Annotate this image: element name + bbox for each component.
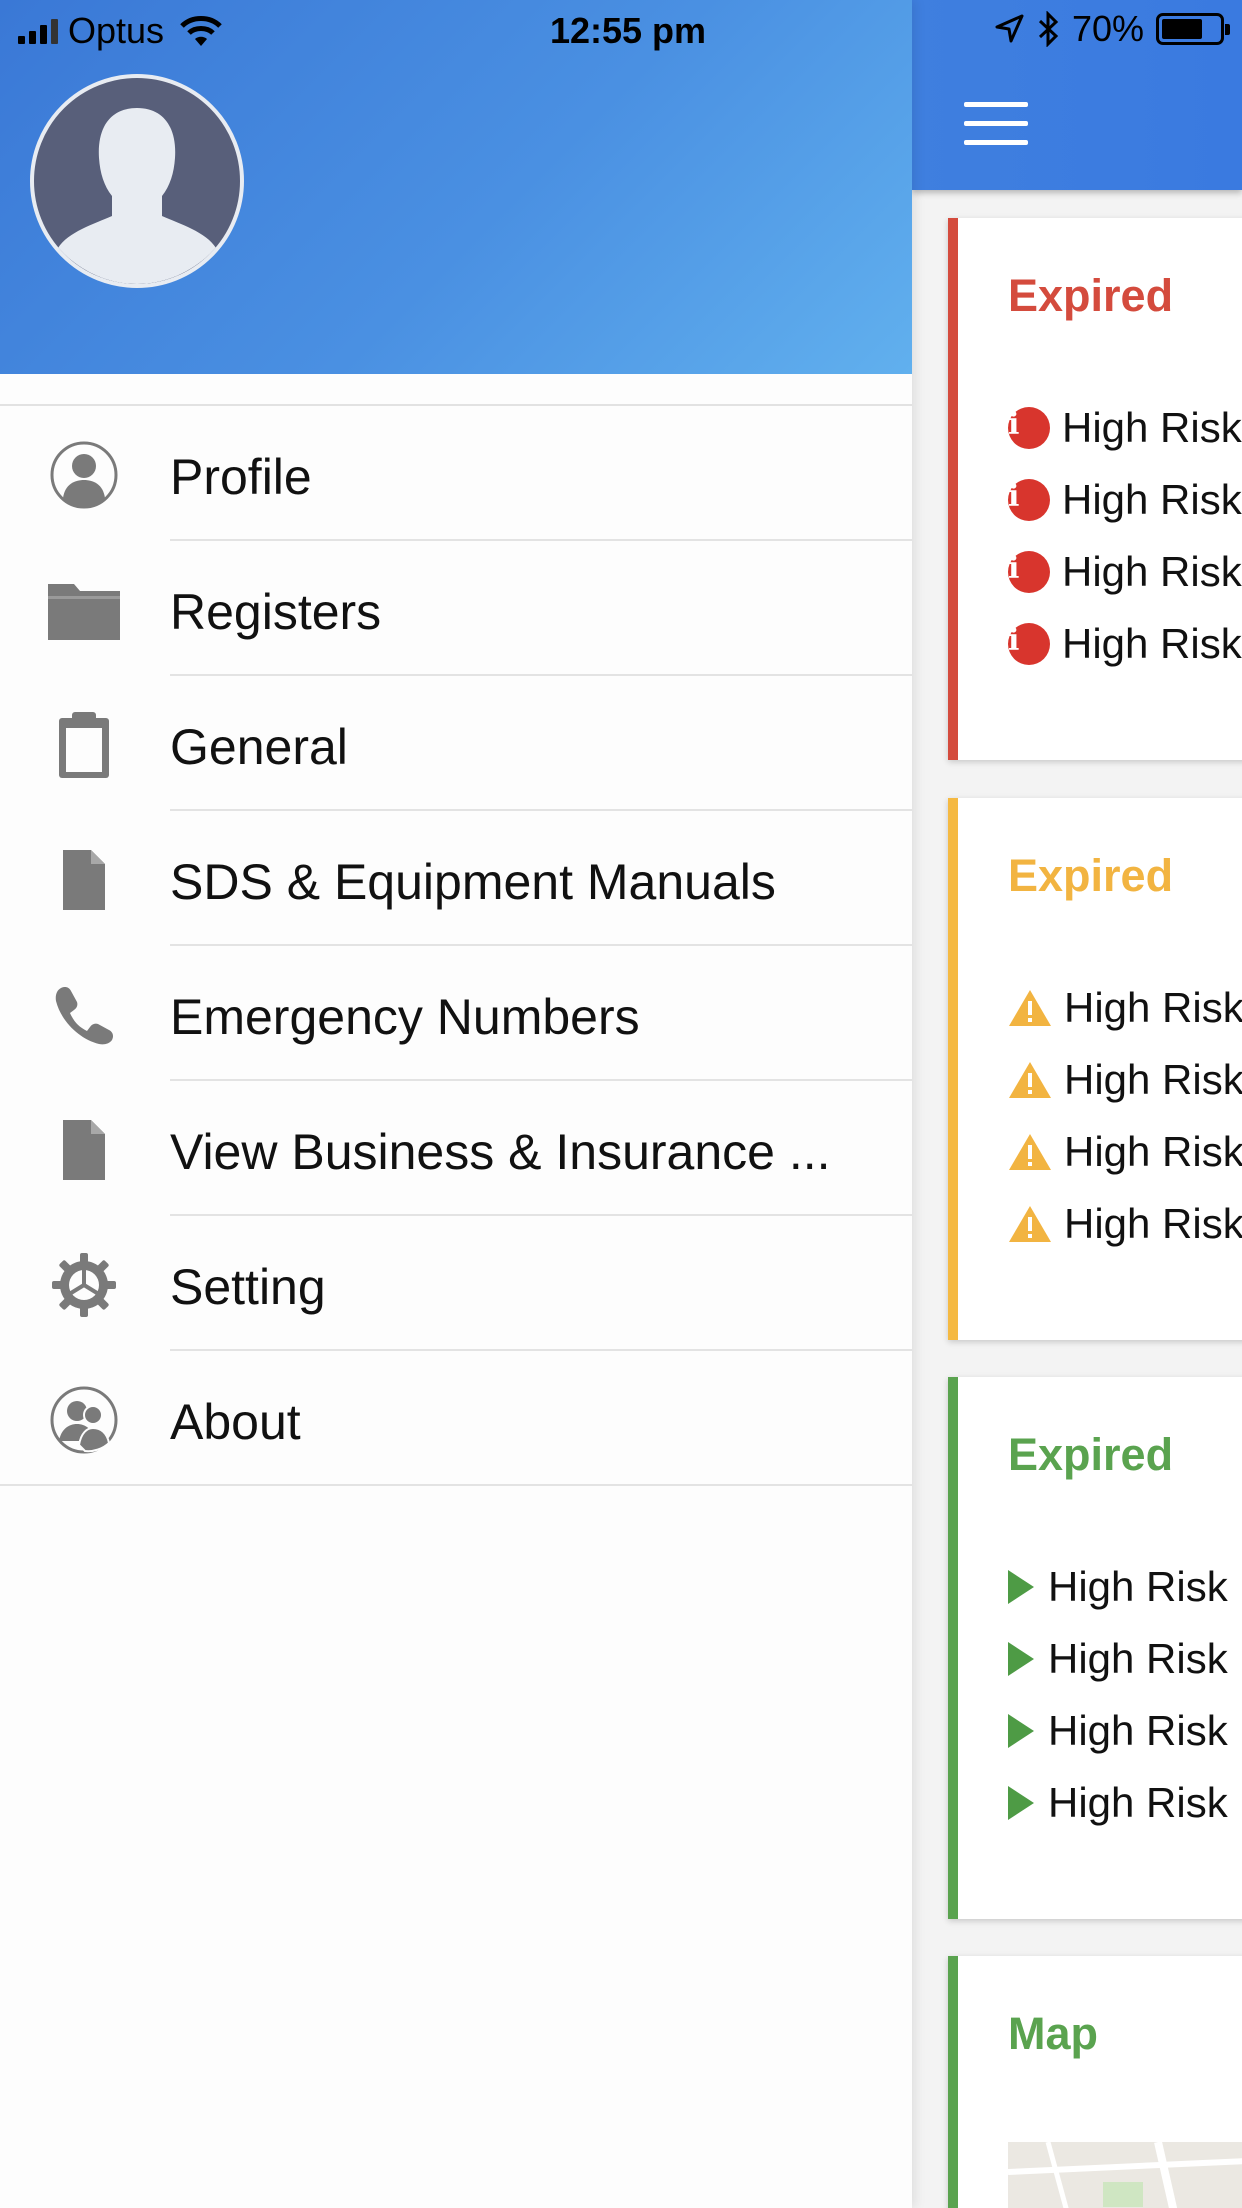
play-icon [1008,1642,1034,1676]
card-title: Expired [1008,850,1174,901]
menu-item-label: About [170,1394,301,1450]
info-icon: i [1008,551,1050,593]
menu-item-profile[interactable]: Profile [0,406,912,541]
warning-icon [1009,1062,1051,1098]
location-arrow-icon [995,14,1024,43]
folder-icon [46,577,122,643]
expired-card-green[interactable]: Expired High Risk High Risk High Risk Hi… [948,1377,1242,1919]
menu-item-about[interactable]: About [0,1351,912,1486]
list-item[interactable]: High Risk [1008,1200,1242,1248]
gear-icon [46,1252,122,1318]
info-icon: i [1008,623,1050,665]
menu-item-setting[interactable]: Setting [0,1216,912,1351]
info-icon: i [1008,407,1050,449]
menu-item-label: Registers [170,584,382,640]
menu-item-label: Setting [170,1259,326,1315]
status-right: 70% [994,8,1230,50]
menu-item-business-insurance[interactable]: View Business & Insurance ... [0,1081,912,1216]
warning-icon [1009,1134,1051,1170]
list-item[interactable]: i High Risk [1008,404,1242,452]
list-item[interactable]: High Risk [1008,1635,1228,1683]
menu-item-sds-manuals[interactable]: SDS & Equipment Manuals [0,811,912,946]
navigation-drawer: Profile Registers General SDS & Equipmen… [0,0,912,2208]
menu-item-general[interactable]: General [0,676,912,811]
battery-icon [1156,13,1230,45]
card-title: Map [1008,2008,1098,2059]
user-circle-icon [46,441,122,509]
play-icon [1008,1786,1034,1820]
list-item[interactable]: High Risk [1008,984,1242,1032]
card-title: Expired [1008,1429,1174,1480]
status-bar: Optus 12:55 pm 70% [0,0,1242,62]
card-title: Expired [1008,270,1174,321]
battery-percent: 70% [1071,8,1144,49]
hamburger-menu-icon[interactable] [964,102,1028,146]
main-screen: Expired i High Risk i High Risk i High R… [912,0,1242,2208]
list-item[interactable]: i High Risk [1008,548,1242,596]
list-item[interactable]: High Risk [1008,1707,1228,1755]
document-icon [46,1117,122,1183]
play-icon [1008,1714,1034,1748]
play-icon [1008,1570,1034,1604]
user-silhouette-icon [58,108,216,284]
map-icon [1008,2142,1242,2208]
bluetooth-icon [1038,11,1059,47]
warning-icon [1009,990,1051,1026]
users-circle-icon [46,1386,122,1454]
list-item[interactable]: i High Risk [1008,476,1242,524]
expired-card-red[interactable]: Expired i High Risk i High Risk i High R… [948,218,1242,760]
list-item[interactable]: i High Risk [1008,620,1242,668]
menu-item-label: Profile [170,449,312,505]
divider [0,1484,912,1486]
warning-icon [1009,1206,1051,1242]
list-item[interactable]: High Risk [1008,1779,1228,1827]
menu-item-label: View Business & Insurance ... [170,1124,831,1180]
menu-item-label: SDS & Equipment Manuals [170,854,776,910]
map-card[interactable]: Map [948,1956,1242,2208]
menu-item-emergency-numbers[interactable]: Emergency Numbers [0,946,912,1081]
menu-item-registers[interactable]: Registers [0,541,912,676]
menu-item-label: Emergency Numbers [170,989,640,1045]
document-icon [46,847,122,913]
map-thumbnail[interactable] [1008,2142,1242,2208]
drawer-menu: Profile Registers General SDS & Equipmen… [0,404,912,1486]
list-item[interactable]: High Risk [1008,1128,1242,1176]
menu-item-label: General [170,719,348,775]
list-item[interactable]: High Risk [1008,1056,1242,1104]
expired-card-yellow[interactable]: Expired High Risk High Risk High Risk Hi… [948,798,1242,1340]
info-icon: i [1008,479,1050,521]
phone-icon [46,982,122,1048]
list-item[interactable]: High Risk [1008,1563,1228,1611]
clipboard-icon [46,712,122,778]
avatar[interactable] [30,74,244,288]
